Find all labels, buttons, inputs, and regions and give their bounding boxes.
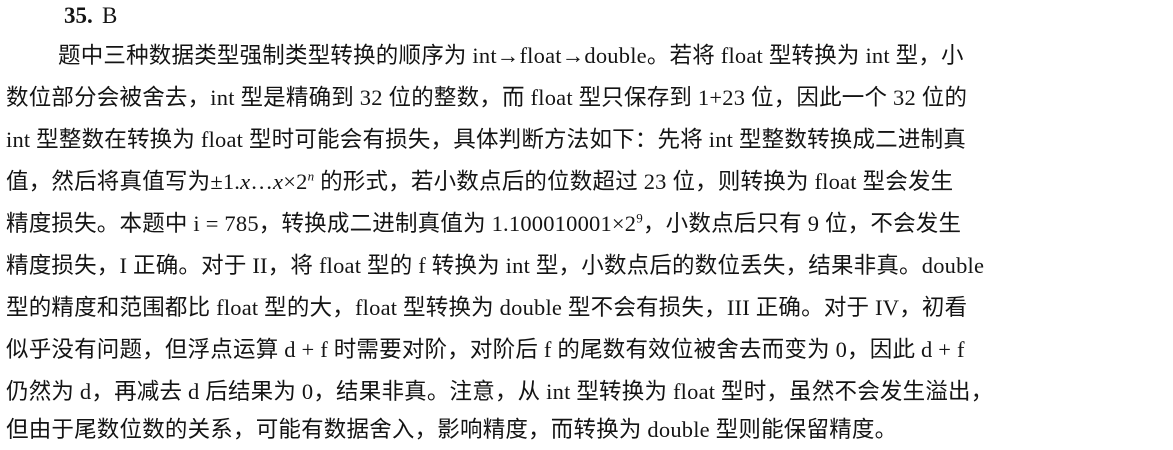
- line-5-text-a: 精度损失。本题中 i = 785，转换成二进制真值为 1.100010001×2: [6, 211, 637, 236]
- paragraph-line-3: int 型整数在转换为 float 型时可能会有损失，具体判断方法如下：先将 i…: [6, 127, 966, 152]
- line-5-exponent-9: 9: [636, 210, 643, 226]
- paragraph-line-5: 精度损失。本题中 i = 785，转换成二进制真值为 1.100010001×2…: [6, 204, 961, 244]
- paragraph-line-4: 值，然后将真值写为±1.x…x×2n 的形式，若小数点后的位数超过 23 位，则…: [6, 162, 953, 202]
- paragraph-line-2: 数位部分会被舍去，int 型是精确到 32 位的整数，而 float 型只保存到…: [6, 85, 968, 110]
- line-4-x2: x: [273, 169, 284, 194]
- paragraph-line-7: 型的精度和范围都比 float 型的大，float 型转换为 double 型不…: [6, 295, 968, 320]
- line-4-ellipsis: …: [250, 169, 274, 194]
- line-5-text-b: ，小数点后只有 9 位，不会发生: [642, 211, 962, 236]
- paragraph-line-9: 仍然为 d，再减去 d 后结果为 0，结果非真。注意，从 int 型转换为 fl…: [6, 379, 994, 404]
- line-4-times2: ×2: [283, 169, 308, 194]
- question-answer: B: [102, 3, 118, 28]
- line-4-pm: ±1.: [210, 169, 241, 194]
- paragraph-line-8: 似乎没有问题，但浮点运算 d + f 时需要对阶，对阶后 f 的尾数有效位被舍去…: [6, 337, 965, 362]
- paragraph-line-10: 但由于尾数位数的关系，可能有数据舍入，影响精度，而转换为 double 型则能保…: [6, 417, 898, 442]
- paragraph-line-1: 题中三种数据类型强制类型转换的顺序为 int→float→double。若将 f…: [58, 43, 964, 68]
- line-4-text-b: 的形式，若小数点后的位数超过 23 位，则转换为 float 型会发生: [314, 169, 954, 194]
- line-4-text-a: 值，然后将真值写为: [6, 169, 211, 194]
- paragraph-line-6: 精度损失，I 正确。对于 II，将 float 型的 f 转换为 int 型，小…: [6, 253, 985, 278]
- question-number: 35.: [64, 3, 93, 28]
- line-4-x1: x: [240, 169, 251, 194]
